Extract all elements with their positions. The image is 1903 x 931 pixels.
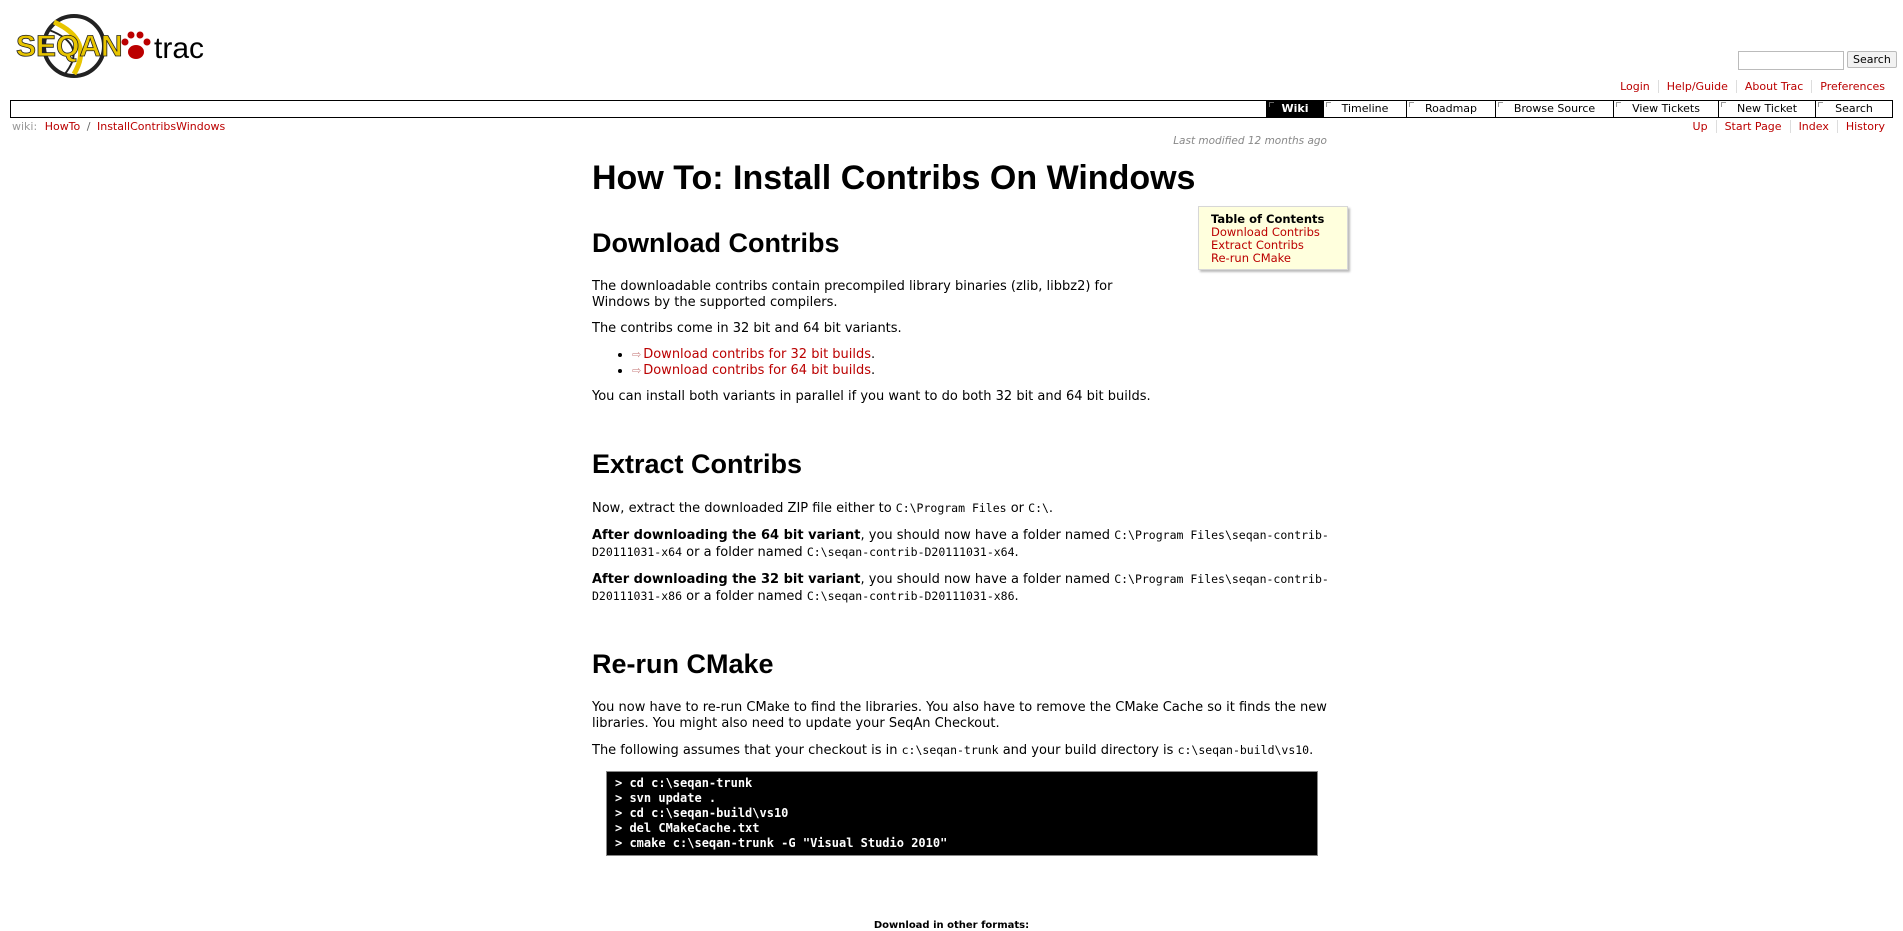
text: The following assumes that your checkout… — [592, 743, 902, 758]
paw-icon — [121, 31, 151, 59]
paragraph: You now have to re-run CMake to find the… — [592, 700, 1327, 731]
breadcrumb-parent-link[interactable]: HowTo — [45, 120, 81, 133]
code-path: C:\Program Files — [895, 501, 1007, 515]
text: . — [1048, 501, 1054, 516]
paragraph: The downloadable contribs contain precom… — [592, 279, 1113, 310]
bold-text: After downloading the 64 bit variant — [592, 528, 861, 543]
tab-wiki[interactable]: Wiki — [1266, 101, 1323, 117]
last-modified: Last modified 12 months ago — [1173, 135, 1327, 147]
about-trac-link[interactable]: About Trac — [1735, 80, 1811, 93]
bold-text: After downloading the 32 bit variant — [592, 572, 861, 587]
download-64bit-link[interactable]: Download contribs for 64 bit builds — [643, 363, 871, 378]
tab-search[interactable]: Search — [1815, 101, 1892, 117]
text: and your build directory is — [998, 743, 1178, 758]
search-button[interactable]: Search — [1847, 51, 1897, 68]
paragraph: After downloading the 32 bit variant, yo… — [592, 571, 1332, 605]
context-nav: Up Start Page Index History — [1685, 120, 1893, 133]
text: . — [1309, 743, 1314, 758]
code-line: > cd c:\seqan-trunk — [615, 776, 753, 790]
download-list: ⇨Download contribs for 32 bit builds. ⇨D… — [632, 347, 1332, 379]
paragraph: You can install both variants in paralle… — [592, 389, 1151, 404]
text: , you should now have a folder named — [860, 528, 1115, 543]
history-link[interactable]: History — [1836, 120, 1893, 133]
tab-browse-source[interactable]: Browse Source — [1495, 101, 1613, 117]
code-path: c:\seqan-build\vs10 — [1177, 743, 1310, 757]
tab-roadmap[interactable]: Roadmap — [1406, 101, 1495, 117]
text: or a folder named — [682, 545, 807, 560]
help-guide-link[interactable]: Help/Guide — [1657, 80, 1736, 93]
meta-nav: Login Help/Guide About Trac Preferences — [1612, 80, 1893, 93]
page-title: How To: Install Contribs On Windows — [592, 159, 1196, 197]
search-input[interactable] — [1738, 51, 1844, 70]
tab-new-ticket[interactable]: New Ticket — [1718, 101, 1815, 117]
text: , you should now have a folder named — [860, 572, 1115, 587]
code-block: > cd c:\seqan-trunk > svn update . > cd … — [606, 771, 1318, 856]
breadcrumb-separator: / — [86, 120, 91, 133]
login-link[interactable]: Login — [1612, 80, 1658, 93]
code-line: > cd c:\seqan-build\vs10 — [615, 806, 789, 820]
paragraph: After downloading the 64 bit variant, yo… — [592, 527, 1332, 561]
index-link[interactable]: Index — [1789, 120, 1837, 133]
list-item: ⇨Download contribs for 64 bit builds. — [632, 363, 1332, 379]
heading-download-contribs: Download Contribs — [592, 228, 840, 258]
heading-rerun-cmake: Re-run CMake — [592, 649, 774, 679]
external-link-icon: ⇨ — [632, 348, 642, 361]
external-link-icon: ⇨ — [632, 364, 642, 377]
code-path: C:\ — [1028, 501, 1049, 515]
preferences-link[interactable]: Preferences — [1811, 80, 1893, 93]
paragraph: The following assumes that your checkout… — [592, 742, 1332, 759]
heading-extract-contribs: Extract Contribs — [592, 449, 803, 479]
paragraph: Now, extract the downloaded ZIP file eit… — [592, 500, 1332, 517]
code-line: > cmake c:\seqan-trunk -G "Visual Studio… — [615, 836, 948, 850]
logo-seqan-text: SEQAN — [16, 30, 123, 63]
download-32bit-link[interactable]: Download contribs for 32 bit builds — [643, 347, 871, 362]
code-path: C:\seqan-contrib-D20111031-x86 — [806, 589, 1015, 603]
code-line: > svn update . — [615, 791, 717, 805]
wiki-content: Last modified 12 months ago How To: Inst… — [592, 130, 1332, 856]
breadcrumb: wiki: HowTo / InstallContribsWindows — [12, 120, 225, 133]
breadcrumb-prefix: wiki: — [12, 120, 38, 133]
text: or a folder named — [682, 589, 807, 604]
site-logo[interactable]: SEQAN trac — [14, 10, 234, 80]
list-item: ⇨Download contribs for 32 bit builds. — [632, 347, 1332, 363]
text: . — [1014, 545, 1019, 560]
text: . — [1014, 589, 1019, 604]
main-nav: Wiki Timeline Roadmap Browse Source View… — [10, 100, 1893, 118]
start-page-link[interactable]: Start Page — [1715, 120, 1790, 133]
text: or — [1006, 501, 1029, 516]
up-link[interactable]: Up — [1685, 120, 1716, 133]
code-path: c:\seqan-trunk — [901, 743, 999, 757]
tab-timeline[interactable]: Timeline — [1323, 101, 1406, 117]
breadcrumb-current-link[interactable]: InstallContribsWindows — [97, 120, 225, 133]
code-path: C:\seqan-contrib-D20111031-x64 — [806, 545, 1015, 559]
tab-view-tickets[interactable]: View Tickets — [1613, 101, 1718, 117]
paragraph: The contribs come in 32 bit and 64 bit v… — [592, 321, 902, 336]
text: Now, extract the downloaded ZIP file eit… — [592, 501, 896, 516]
logo-trac-text: trac — [154, 32, 204, 65]
code-line: > del CMakeCache.txt — [615, 821, 760, 835]
